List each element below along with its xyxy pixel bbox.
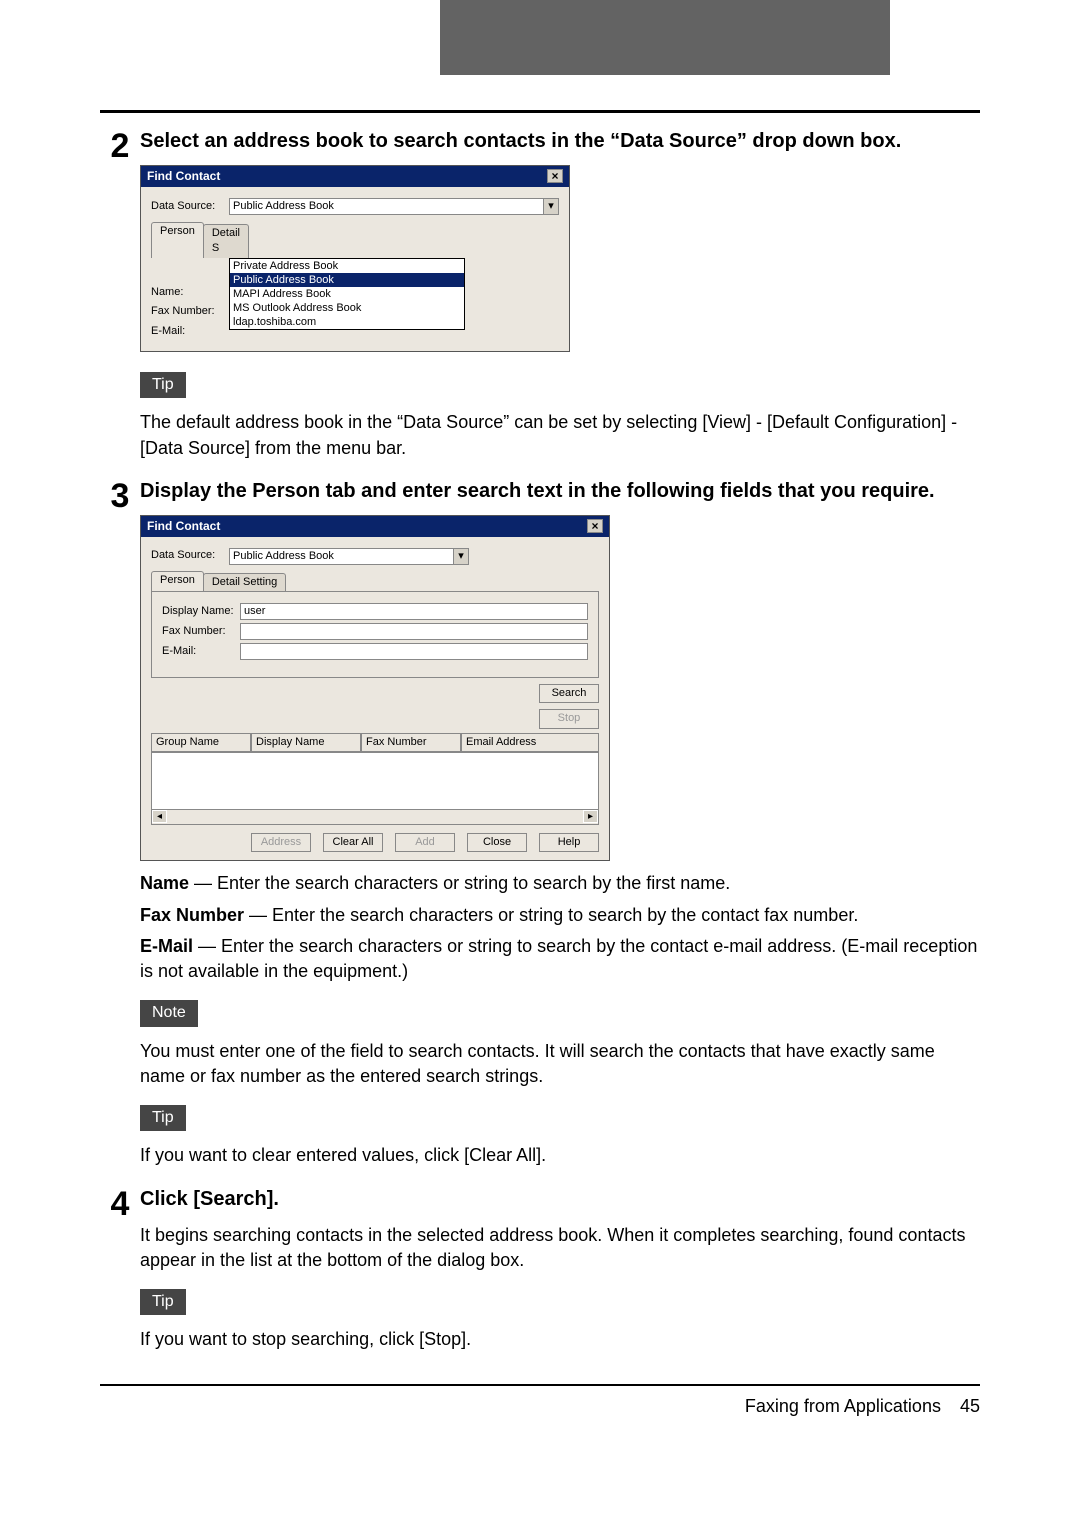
chevron-down-icon: ▾ bbox=[453, 549, 468, 564]
scroll-right-icon[interactable]: ▸ bbox=[583, 810, 598, 823]
clearall-button[interactable]: Clear All bbox=[323, 833, 383, 852]
datasource-select[interactable]: Public Address Book ▾ bbox=[229, 198, 559, 215]
field-desc-fax: Fax Number — Enter the search characters… bbox=[140, 903, 980, 928]
note-text: You must enter one of the field to searc… bbox=[140, 1039, 980, 1089]
horizontal-scrollbar[interactable]: ◂ ▸ bbox=[151, 810, 599, 825]
step-title: Display the Person tab and enter search … bbox=[140, 477, 980, 505]
stop-button[interactable]: Stop bbox=[539, 709, 599, 728]
datasource-label: Data Source: bbox=[151, 199, 229, 214]
fax-label: Fax Number: bbox=[151, 304, 229, 319]
close-icon[interactable]: × bbox=[587, 519, 603, 533]
displayname-label: Display Name: bbox=[162, 604, 240, 619]
scroll-left-icon[interactable]: ◂ bbox=[152, 810, 167, 823]
dialog-titlebar: Find Contact × bbox=[141, 166, 569, 187]
results-list[interactable] bbox=[151, 752, 599, 810]
displayname-input[interactable]: user bbox=[240, 603, 588, 620]
tab-person[interactable]: Person bbox=[151, 571, 204, 591]
dropdown-item[interactable]: Private Address Book bbox=[230, 259, 464, 273]
tip-text: If you want to stop searching, click [St… bbox=[140, 1327, 980, 1352]
datasource-select[interactable]: Public Address Book ▾ bbox=[229, 548, 469, 565]
find-contact-dialog-2: Find Contact × Data Source: Public Addre… bbox=[140, 515, 610, 862]
results-header: Group Name Display Name Fax Number Email… bbox=[151, 733, 599, 752]
tip-text: The default address book in the “Data So… bbox=[140, 410, 980, 460]
add-button[interactable]: Add bbox=[395, 833, 455, 852]
col-displayname[interactable]: Display Name bbox=[251, 733, 361, 752]
page-footer: Faxing from Applications 45 bbox=[0, 1384, 1080, 1459]
step-title: Click [Search]. bbox=[140, 1185, 980, 1213]
dialog-title: Find Contact bbox=[147, 168, 220, 185]
step-title: Select an address book to search contact… bbox=[140, 127, 980, 155]
page-number: 45 bbox=[960, 1396, 980, 1416]
search-button[interactable]: Search bbox=[539, 684, 599, 703]
chevron-down-icon: ▾ bbox=[543, 199, 558, 214]
close-icon[interactable]: × bbox=[547, 169, 563, 183]
col-faxnumber[interactable]: Fax Number bbox=[361, 733, 461, 752]
tip-text: If you want to clear entered values, cli… bbox=[140, 1143, 980, 1168]
header-bar bbox=[0, 0, 1080, 75]
fax-input[interactable] bbox=[240, 623, 588, 640]
step-3: 3 Display the Person tab and enter searc… bbox=[100, 477, 980, 1175]
dialog-title: Find Contact bbox=[147, 518, 220, 535]
header-grey-block bbox=[440, 0, 890, 75]
footer-text: Faxing from Applications bbox=[745, 1396, 941, 1416]
field-desc-email: E-Mail — Enter the search characters or … bbox=[140, 934, 980, 984]
tip-badge: Tip bbox=[140, 372, 186, 398]
close-button[interactable]: Close bbox=[467, 833, 527, 852]
step-number: 3 bbox=[100, 479, 140, 513]
email-label: E-Mail: bbox=[162, 644, 240, 659]
footer-rule bbox=[100, 1384, 980, 1386]
step4-body: It begins searching contacts in the sele… bbox=[140, 1223, 980, 1273]
step-number: 4 bbox=[100, 1187, 140, 1221]
tab-person[interactable]: Person bbox=[151, 222, 204, 258]
step-2: 2 Select an address book to search conta… bbox=[100, 127, 980, 467]
name-label: Name: bbox=[151, 285, 229, 300]
email-label: E-Mail: bbox=[151, 324, 229, 339]
top-rule bbox=[100, 110, 980, 113]
help-button[interactable]: Help bbox=[539, 833, 599, 852]
email-input[interactable] bbox=[240, 643, 588, 660]
field-desc-name: Name — Enter the search characters or st… bbox=[140, 871, 980, 896]
step-4: 4 Click [Search]. It begins searching co… bbox=[100, 1185, 980, 1359]
note-badge: Note bbox=[140, 1000, 198, 1026]
tip-badge: Tip bbox=[140, 1289, 186, 1315]
fax-label: Fax Number: bbox=[162, 624, 240, 639]
dialog-titlebar: Find Contact × bbox=[141, 516, 609, 537]
datasource-label: Data Source: bbox=[151, 548, 229, 563]
tip-badge: Tip bbox=[140, 1105, 186, 1131]
address-button[interactable]: Address bbox=[251, 833, 311, 852]
col-groupname[interactable]: Group Name bbox=[151, 733, 251, 752]
tab-detail[interactable]: Detail Setting bbox=[203, 573, 286, 591]
col-emailaddress[interactable]: Email Address bbox=[461, 733, 599, 752]
find-contact-dialog-1: Find Contact × Data Source: Public Addre… bbox=[140, 165, 570, 352]
step-number: 2 bbox=[100, 129, 140, 163]
